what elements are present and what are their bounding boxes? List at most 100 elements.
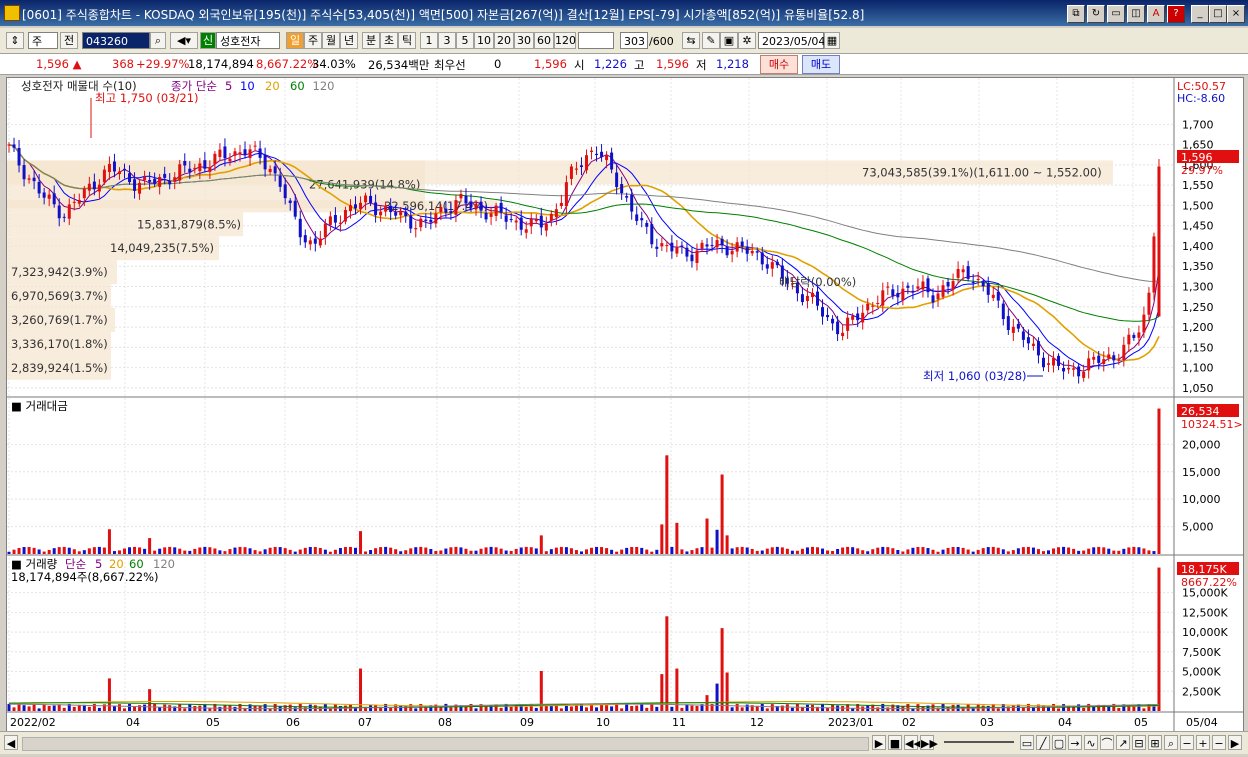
split-view-icon[interactable]: ⊟	[1132, 735, 1146, 750]
layout-icon[interactable]: ⊞	[1148, 735, 1162, 750]
volume-bar	[720, 628, 724, 711]
candle-body	[961, 269, 965, 273]
interval-3[interactable]: 3	[438, 32, 456, 49]
date-input[interactable]: 2023/05/04	[758, 32, 825, 49]
arrow-icon[interactable]: →	[1068, 735, 1082, 750]
amount-bar	[906, 549, 910, 554]
candle-body	[424, 219, 428, 221]
forward-icon[interactable]: ▶▶	[920, 735, 938, 750]
curve-icon[interactable]: ⌒	[1100, 735, 1114, 750]
font-icon[interactable]: A	[1147, 5, 1165, 23]
bar-icon[interactable]: ▭	[1020, 735, 1034, 750]
scroll-track[interactable]	[22, 737, 869, 751]
maximize-button[interactable]: □	[1209, 5, 1227, 23]
calendar-icon[interactable]: ▦	[824, 32, 840, 49]
volume-bar	[308, 704, 312, 711]
period-year[interactable]: 년	[340, 32, 358, 49]
amount-bar	[494, 547, 498, 554]
interval-1[interactable]: 1	[420, 32, 438, 49]
sell-button[interactable]: 매도	[802, 55, 840, 74]
amount-bar	[891, 548, 895, 554]
candle-body	[228, 158, 232, 162]
interval-custom-input[interactable]	[578, 32, 614, 49]
zoom-icon[interactable]: ⇆	[682, 32, 700, 49]
period-month[interactable]: 월	[322, 32, 340, 49]
amount-bar	[605, 548, 609, 554]
stop-icon[interactable]: ■	[888, 735, 902, 750]
period-week[interactable]: 주	[304, 32, 322, 49]
period-day[interactable]: 일	[286, 32, 304, 49]
candle-body	[770, 262, 774, 269]
scroll-right-icon[interactable]: ▶	[1228, 735, 1242, 750]
chart-area[interactable]: 73,043,585(39.1%)(1,611.00 ~ 1,552.00) 27…	[6, 77, 1244, 732]
search-icon[interactable]: ⌕	[150, 32, 166, 49]
chart-svg[interactable]: 73,043,585(39.1%)(1,611.00 ~ 1,552.00)27…	[7, 78, 1243, 731]
box-icon[interactable]: ▢	[1052, 735, 1066, 750]
volume-bar	[47, 705, 51, 711]
split-icon[interactable]: ◫	[1127, 5, 1145, 23]
play-icon[interactable]: ▶	[872, 735, 886, 750]
amount-bar	[107, 529, 111, 554]
zoom-out-2-icon[interactable]: −	[1212, 735, 1226, 750]
candle-body	[896, 293, 900, 298]
rewind-icon[interactable]: ◀◀	[904, 735, 922, 750]
speaker-icon[interactable]: ◀▾	[170, 32, 198, 49]
pin-icon[interactable]: ⇕	[6, 32, 24, 49]
settings-icon[interactable]: ✲	[738, 32, 756, 49]
count-input[interactable]: 303	[620, 32, 648, 49]
volume-bar	[740, 707, 744, 711]
unit-select[interactable]: 주	[28, 32, 58, 49]
period-tick[interactable]: 틱	[398, 32, 416, 49]
period-minute[interactable]: 분	[362, 32, 380, 49]
link-icon[interactable]: ⧉	[1067, 5, 1085, 23]
help-icon[interactable]: ?	[1167, 5, 1185, 23]
volume-bar	[916, 704, 920, 711]
interval-120[interactable]: 120	[554, 32, 576, 49]
ma-period-20: 20	[265, 79, 280, 93]
prev-button[interactable]: 전	[60, 32, 78, 49]
close-button[interactable]: ×	[1227, 5, 1245, 23]
interval-20[interactable]: 20	[494, 32, 514, 49]
candle-body	[519, 217, 523, 230]
candle-body	[509, 219, 513, 221]
amount-bar	[22, 547, 26, 554]
zoom-in-icon[interactable]: +	[1196, 735, 1210, 750]
refresh-icon[interactable]: ↻	[1087, 5, 1105, 23]
volume-bar	[17, 704, 21, 711]
period-second[interactable]: 초	[380, 32, 398, 49]
buy-button[interactable]: 매수	[760, 55, 798, 74]
scroll-left-icon[interactable]: ◀	[4, 735, 18, 750]
candle-body	[359, 202, 363, 210]
interval-10[interactable]: 10	[474, 32, 494, 49]
window-icon[interactable]: ▭	[1107, 5, 1125, 23]
wave-icon[interactable]: ∿	[1084, 735, 1098, 750]
interval-30[interactable]: 30	[514, 32, 534, 49]
amount-bar	[775, 546, 779, 554]
candle-body	[128, 173, 132, 183]
tool-icon[interactable]: ✎	[702, 32, 720, 49]
amount-bar	[1097, 546, 1101, 554]
amount-bar	[725, 535, 729, 554]
volume-bar	[670, 706, 674, 711]
line-icon[interactable]: ╱	[1036, 735, 1050, 750]
zoom-slider[interactable]	[944, 741, 1014, 743]
amount-bar	[384, 546, 388, 554]
candle-body	[474, 204, 478, 210]
stock-code-input[interactable]: 043260	[82, 32, 150, 49]
magnify-icon[interactable]: ⌕	[1164, 735, 1178, 750]
amount-bar	[1122, 548, 1126, 554]
candle-body	[936, 293, 940, 300]
candle-body	[333, 215, 337, 223]
volume-bar	[1157, 567, 1161, 711]
bottom-scrollbar[interactable]: ◀ ▶ ■ ◀◀ ▶▶ ▭ ╱ ▢ → ∿ ⌒ ↗ ⊟ ⊞ ⌕ − + − ▶	[0, 731, 1248, 754]
amount-bar	[258, 551, 262, 554]
trend-icon[interactable]: ↗	[1116, 735, 1130, 750]
interval-60[interactable]: 60	[534, 32, 554, 49]
save-icon[interactable]: ▣	[720, 32, 738, 49]
interval-5[interactable]: 5	[456, 32, 474, 49]
candle-body	[1067, 367, 1071, 370]
minimize-button[interactable]: _	[1191, 5, 1209, 23]
zoom-out-icon[interactable]: −	[1180, 735, 1194, 750]
amount-bar	[524, 546, 528, 554]
amount-bar	[243, 547, 247, 554]
